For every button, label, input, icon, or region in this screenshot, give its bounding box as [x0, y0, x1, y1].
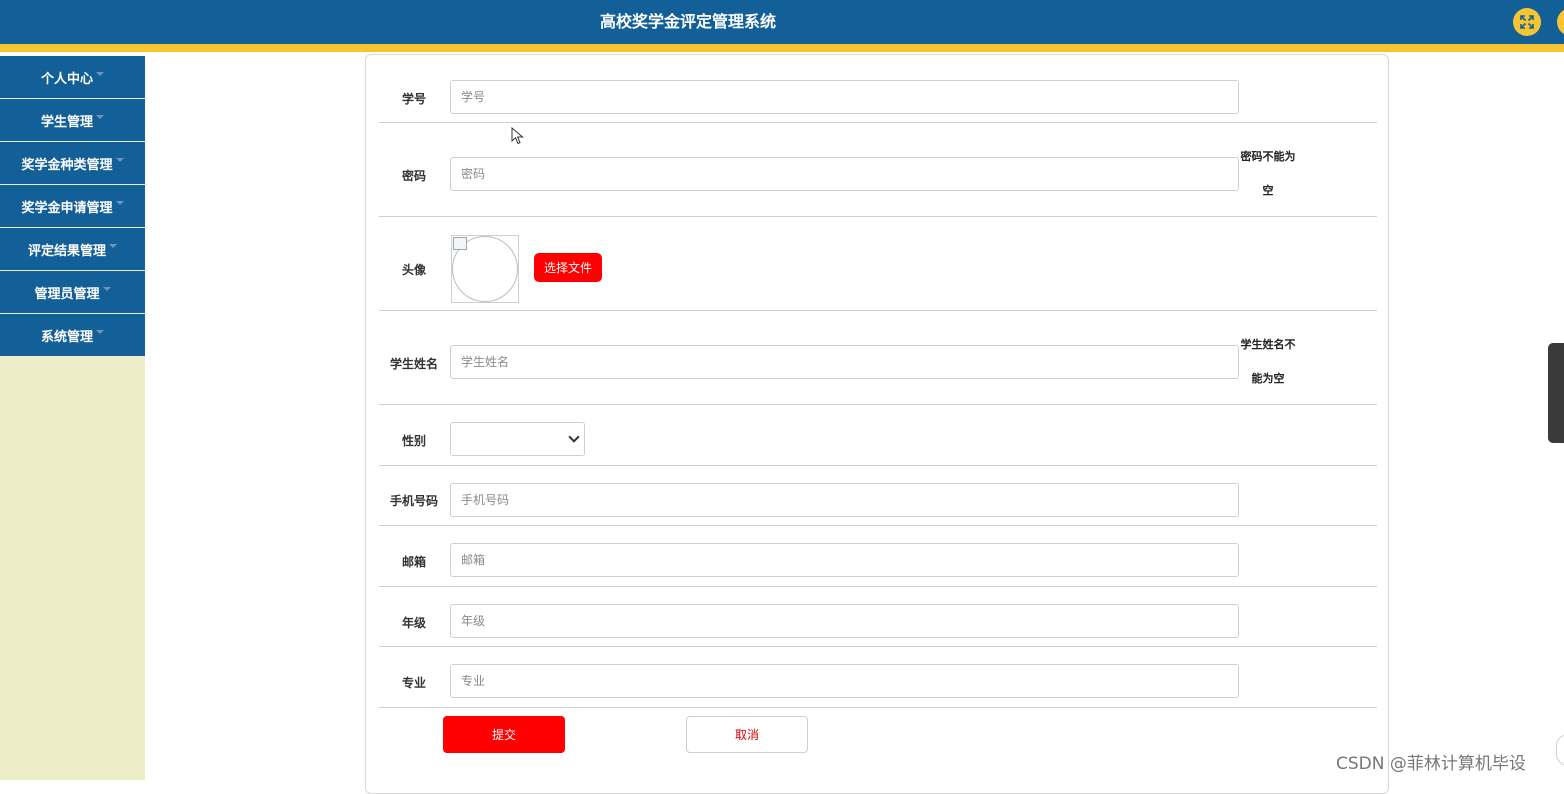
email-label: 邮箱 [401, 555, 426, 569]
sidebar-item-label: 学生管理 [40, 114, 93, 130]
avatar-label: 头像 [401, 263, 426, 277]
gender-select[interactable] [450, 422, 585, 456]
grade-input[interactable] [450, 604, 1239, 638]
chevron-down-icon [568, 431, 580, 443]
form-row-password: 密码 密码不能为空 [379, 123, 1377, 217]
grade-label: 年级 [401, 616, 426, 630]
top-header-bar: 高校奖学金评定管理系统 [0, 0, 1564, 44]
student-id-input[interactable] [450, 80, 1239, 114]
header-accent-stripe [0, 44, 1564, 52]
sidebar-item-evaluation-results[interactable]: 评定结果管理 [0, 228, 145, 270]
major-label: 专业 [401, 676, 426, 690]
caret-down-icon [115, 201, 124, 205]
phone-label: 手机号码 [389, 494, 438, 508]
form-row-grade: 年级 [379, 587, 1377, 647]
caret-down-icon [96, 330, 104, 334]
sidebar-item-label: 评定结果管理 [27, 243, 106, 259]
password-label: 密码 [401, 169, 426, 183]
student-id-label: 学号 [401, 92, 426, 106]
sidebar-item-scholarship-applications[interactable]: 奖学金申请管理 [0, 185, 145, 227]
user-menu-button[interactable] [1557, 8, 1564, 36]
form-row-phone: 手机号码 [379, 466, 1377, 526]
sidebar-item-student-management[interactable]: 学生管理 [0, 99, 145, 141]
caret-down-icon [115, 158, 124, 162]
password-error-message: 密码不能为空 [1240, 150, 1296, 197]
sidebar-item-label: 个人中心 [40, 71, 93, 87]
mouse-cursor-icon [511, 127, 524, 145]
fullscreen-button[interactable] [1513, 8, 1541, 36]
form-row-major: 专业 [379, 647, 1377, 708]
caret-down-icon [96, 115, 104, 119]
student-name-input[interactable] [450, 345, 1239, 379]
student-name-label: 学生姓名 [389, 357, 438, 371]
sidebar-item-personal-center[interactable]: 个人中心 [0, 56, 145, 98]
caret-down-icon [96, 72, 104, 76]
sidebar-item-label: 管理员管理 [34, 286, 100, 302]
broken-image-icon [453, 237, 467, 250]
submit-button[interactable]: 提交 [443, 716, 565, 753]
scroll-to-top-button[interactable] [1556, 734, 1564, 766]
sidebar-item-system-management[interactable]: 系统管理 [0, 314, 145, 356]
sidebar-item-scholarship-types[interactable]: 奖学金种类管理 [0, 142, 145, 184]
sidebar-item-label: 奖学金申请管理 [21, 200, 113, 216]
form-row-student-name: 学生姓名 学生姓名不能为空 [379, 311, 1377, 405]
form-row-gender: 性别 [379, 405, 1377, 466]
student-name-error-message: 学生姓名不能为空 [1240, 338, 1296, 385]
form-row-student-id: 学号 [379, 55, 1377, 123]
sidebar-item-label: 奖学金种类管理 [21, 157, 113, 173]
sidebar-item-label: 系统管理 [40, 329, 93, 345]
form-row-avatar: 头像 选择文件 [379, 217, 1377, 311]
major-input[interactable] [450, 664, 1239, 698]
form-row-email: 邮箱 [379, 526, 1377, 587]
phone-input[interactable] [450, 483, 1239, 517]
app-title: 高校奖学金评定管理系统 [599, 12, 776, 31]
fullscreen-icon [1520, 15, 1534, 29]
gender-label: 性别 [401, 434, 426, 448]
student-form-card: 学号 密码 密码不能为空 头像 选择文件 学生姓名 学生姓名不能为空 性别 手机… [365, 54, 1389, 794]
sidebar: 个人中心 学生管理 奖学金种类管理 奖学金申请管理 评定结果管理 管理员管理 系… [0, 56, 145, 780]
choose-file-button[interactable]: 选择文件 [534, 253, 602, 282]
avatar-preview [451, 235, 519, 303]
email-input[interactable] [450, 543, 1239, 577]
caret-down-icon [109, 244, 117, 248]
side-feedback-tab[interactable] [1548, 343, 1564, 443]
password-input[interactable] [450, 157, 1239, 191]
sidebar-item-admin-management[interactable]: 管理员管理 [0, 271, 145, 313]
caret-down-icon [102, 287, 111, 291]
csdn-watermark: CSDN @菲林计算机毕设 [1336, 754, 1526, 774]
cancel-button[interactable]: 取消 [686, 716, 808, 753]
